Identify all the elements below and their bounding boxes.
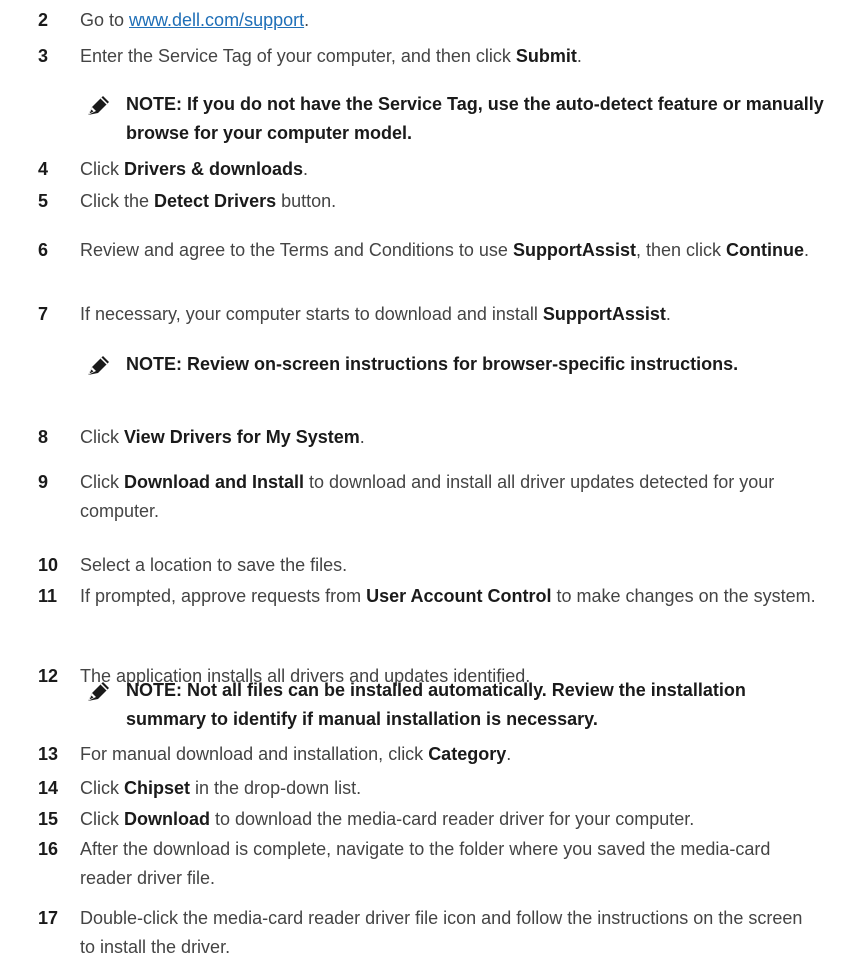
step-number: 7 [38, 304, 49, 324]
step-text: Click Chipset in the drop-down list. [80, 774, 820, 803]
step-text-run: If necessary, your computer starts to do… [80, 304, 543, 324]
step-number: 16 [38, 839, 59, 859]
step-text-run: Click [80, 778, 124, 798]
step-text-run: , then click [635, 240, 726, 260]
step-text: Click View Drivers for My System. [80, 423, 820, 452]
step-text-run: . [804, 240, 810, 260]
step-text: If prompted, approve requests from User … [80, 582, 820, 611]
ui-term: View Drivers for My System [124, 427, 360, 447]
step-text-run: Go to [80, 10, 130, 30]
step-text: If necessary, your computer starts to do… [80, 300, 820, 329]
ui-term: Category [428, 744, 507, 764]
step-text: After the download is complete, navigate… [80, 835, 820, 893]
step-text-run: to make changes on the system. [551, 586, 816, 606]
ui-term: Download [124, 809, 210, 829]
step-number: 8 [38, 427, 49, 447]
ui-term: SupportAssist [512, 240, 636, 260]
step-text: Click Drivers & downloads. [80, 155, 820, 184]
step-text-run: . [303, 159, 309, 179]
step-number: 12 [38, 666, 59, 686]
step-text-run: Double-click the media-card reader drive… [80, 908, 803, 957]
step-text-run: For manual download and installation, cl… [80, 744, 429, 764]
step-number: 4 [38, 159, 49, 179]
step-number: 15 [38, 809, 59, 829]
step-text: Click the Detect Drivers button. [80, 187, 820, 216]
ui-term: Continue [726, 240, 804, 260]
step-text-run: in the drop-down list. [190, 778, 362, 798]
step-text-run: Click the [80, 191, 155, 211]
step-text-run: . [665, 304, 671, 324]
note-pencil-icon [88, 96, 109, 115]
ui-term: SupportAssist [542, 304, 666, 324]
step-number: 13 [38, 744, 59, 764]
step-text-run: Click [80, 472, 124, 492]
step-text-run: to download the media-card reader driver… [210, 809, 695, 829]
step-number: 6 [38, 240, 49, 260]
step-text-run: Click [80, 427, 124, 447]
note-text: NOTE: If you do not have the Service Tag… [126, 94, 824, 143]
document-page: 2 Go to www.dell.com/support. 3 Enter the S… [0, 0, 857, 965]
step-text-run: . [576, 46, 582, 66]
step-number: 14 [38, 778, 59, 798]
step-number: 11 [38, 586, 58, 606]
step-text: Click Download to download the media-car… [80, 805, 820, 834]
note-pencil-icon [88, 682, 109, 701]
step-text-run: Click [80, 159, 124, 179]
note-text: NOTE: Review on-screen instructions for … [126, 354, 739, 374]
note-pencil-icon [88, 356, 109, 375]
step-number: 10 [38, 555, 59, 575]
step-number: 5 [38, 191, 49, 211]
step-text-run: Select a location to save the files. [80, 555, 348, 575]
step-text-run: After the download is complete, navigate… [80, 839, 771, 888]
step-text: Click Download and Install to download a… [80, 468, 820, 526]
ui-term: Detect Drivers [154, 191, 277, 211]
step-number: 2 [38, 10, 49, 30]
step-number: 17 [38, 908, 59, 928]
step-text-run: . [304, 10, 310, 30]
ui-term: Chipset [124, 778, 191, 798]
step-text: Review and agree to the Terms and Condit… [80, 236, 820, 265]
step-text: Select a location to save the files. [80, 551, 820, 580]
ui-term: Submit [515, 46, 577, 66]
step-text: Double-click the media-card reader drive… [80, 904, 820, 962]
step-text-run: Review and agree to the Terms and Condit… [80, 240, 513, 260]
step-text-run: If prompted, approve requests from [80, 586, 367, 606]
step-number: 9 [38, 472, 49, 492]
step-text: For manual download and installation, cl… [80, 740, 820, 769]
support-link[interactable]: www.dell.com/support [129, 10, 304, 30]
ui-term: Drivers & downloads [124, 159, 304, 179]
note-text: NOTE: Not all files can be installed aut… [126, 680, 746, 729]
step-text: Go to www.dell.com/support. [80, 6, 820, 35]
step-number: 3 [38, 46, 49, 66]
step-text-run: Click [80, 809, 124, 829]
ui-term: Download and Install [124, 472, 305, 492]
step-text: Enter the Service Tag of your computer, … [80, 42, 820, 71]
step-text-run: . [359, 427, 365, 447]
step-text-run: button. [276, 191, 337, 211]
step-text-run: . [506, 744, 512, 764]
step-text-run: Enter the Service Tag of your computer, … [80, 46, 516, 66]
ui-term: User Account Control [366, 586, 552, 606]
